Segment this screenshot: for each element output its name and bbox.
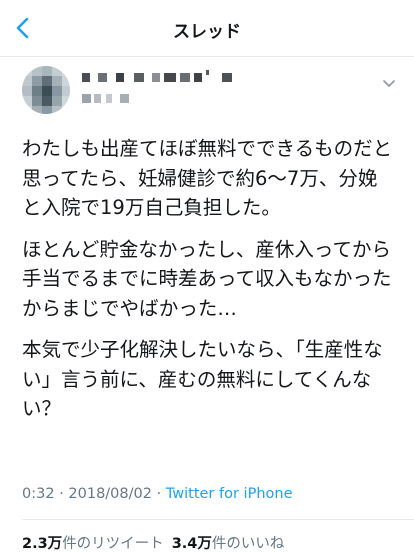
tweet-time: 0:32 <box>22 486 55 502</box>
tweet-paragraph: ほとんど貯金なかったし、産休入ってから手当でるまでに時差あって収入もなかったから… <box>22 237 392 320</box>
page-title: スレッド <box>173 22 241 42</box>
user-display-name-redacted[interactable] <box>82 70 252 84</box>
avatar[interactable] <box>22 66 70 114</box>
tweet-paragraph: わたしも出産てほぼ無料でできるものだと思ってたら、妊婦健診で約6〜7万、分娩と入… <box>22 137 393 219</box>
more-options-button[interactable] <box>382 74 396 87</box>
tweet-date: 2018/08/02 <box>68 486 152 502</box>
tweet-stats: 2.3万件のリツイート 3.4万件のいいね <box>22 532 284 553</box>
meta-separator: · <box>59 486 64 502</box>
user-handle-redacted <box>82 92 152 104</box>
tweet-paragraph: 本気で少子化解決したいなら、「生産性ない」言う前に、産むの無料にしてくんない？ <box>22 338 383 420</box>
tweet-body: わたしも出産てほぼ無料でできるものだと思ってたら、妊婦健診で約6〜7万、分娩と入… <box>22 134 394 436</box>
like-label: 件のいいね <box>211 536 285 552</box>
like-count: 3.4万 <box>171 536 212 552</box>
divider <box>22 519 414 520</box>
likes-stat[interactable]: 3.4万件のいいね <box>172 536 285 552</box>
retweet-count: 2.3万 <box>22 536 63 552</box>
tweet-metadata: 0:32 · 2018/08/02 · Twitter for iPhone <box>22 486 293 502</box>
tweet-source-link[interactable]: Twitter for iPhone <box>166 486 293 502</box>
retweet-label: 件のリツイート <box>62 536 164 552</box>
chevron-down-icon <box>383 80 395 87</box>
navigation-bar: スレッド <box>0 0 414 57</box>
meta-separator: · <box>156 486 162 502</box>
retweets-stat[interactable]: 2.3万件のリツイート <box>22 536 164 552</box>
